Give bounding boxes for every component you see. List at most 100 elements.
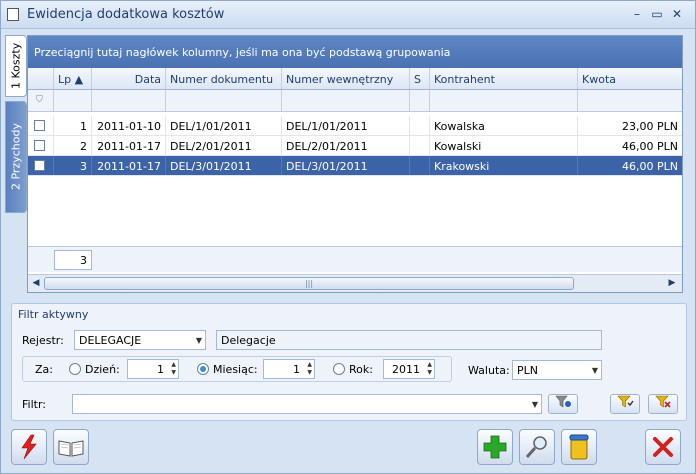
close-button[interactable] [645, 429, 681, 465]
row-s [410, 156, 430, 175]
filter-section-title: Filtr aktywny [18, 308, 89, 321]
row-numer-dokumentu: DEL/1/01/2011 [166, 116, 282, 135]
funnel-icon [555, 395, 571, 408]
row-kontrahent: Krakowski [430, 156, 578, 175]
chevron-down-icon: ▼ [591, 366, 598, 375]
add-button[interactable] [477, 429, 513, 465]
row-kontrahent: Kowalski [430, 136, 578, 155]
minimize-icon[interactable]: – [629, 7, 645, 21]
spinner-icon[interactable]: ▲ ▼ [307, 361, 312, 377]
horizontal-scrollbar[interactable]: ◀ ||| ▶ [28, 274, 682, 292]
spinner-icon[interactable]: ▲ ▼ [171, 361, 176, 377]
row-numer-wewnetrzny: DEL/1/01/2011 [282, 116, 410, 135]
dzien-label: Dzień: [85, 363, 120, 376]
funnel-apply-icon [617, 395, 634, 408]
bookkeeping-button[interactable] [11, 429, 47, 465]
filter-construct-button[interactable] [548, 394, 578, 414]
miesiac-value: 1 [293, 363, 300, 376]
filter-row-icon[interactable]: ⛉ [28, 90, 54, 111]
rok-value: 2011 [392, 363, 420, 376]
close-x-icon [653, 437, 673, 457]
header-checkbox-column[interactable] [28, 68, 54, 89]
header-kontrahent[interactable]: Kontrahent [430, 68, 578, 89]
table-row-selected[interactable]: 3 2011-01-17 DEL/3/01/2011 DEL/3/01/2011… [28, 156, 682, 176]
rejestr-description: Delegacje [216, 330, 602, 350]
row-data: 2011-01-17 [92, 156, 166, 175]
header-numer-wewnetrzny[interactable]: Numer wewnętrzny [282, 68, 410, 89]
waluta-select[interactable]: PLN ▼ [512, 360, 602, 380]
row-numer-dokumentu: DEL/2/01/2011 [166, 136, 282, 155]
open-book-button[interactable] [53, 429, 89, 465]
book-icon [58, 440, 84, 457]
row-kwota: 46,00 PLN [622, 160, 678, 173]
rok-input[interactable]: 2011 ▲ ▼ [383, 359, 435, 379]
plus-icon [483, 435, 507, 459]
row-checkbox-cell [28, 136, 54, 155]
filter-cell-numer-dokumentu[interactable] [166, 90, 282, 111]
scroll-right-icon[interactable]: ▶ [666, 278, 678, 290]
apply-filter-button[interactable] [610, 394, 640, 414]
group-by-hint[interactable]: Przeciągnij tutaj nagłówek kolumny, jeśl… [28, 36, 682, 68]
main-window: Ewidencja dodatkowa kosztów – ▭ ✕ 1 Kosz… [0, 0, 696, 474]
filtr-input[interactable]: ▼ [72, 394, 542, 414]
grid-footer: 3 [28, 246, 682, 272]
rok-label: Rok: [349, 363, 373, 376]
row-checkbox[interactable] [34, 140, 45, 151]
filter-cell-kwota[interactable] [578, 90, 682, 111]
row-checkbox-cell [28, 156, 54, 175]
row-lp: 3 [54, 156, 92, 175]
edit-button[interactable] [519, 429, 555, 465]
row-kwota: 46,00 PLN [622, 140, 678, 153]
filter-cell-lp[interactable] [54, 90, 92, 111]
row-checkbox-cell [28, 116, 54, 135]
chevron-down-icon: ▼ [531, 400, 538, 409]
row-checkbox[interactable] [34, 160, 45, 171]
lightning-icon [21, 434, 37, 460]
tab-koszty[interactable]: 1 Koszty [5, 35, 27, 97]
table-row[interactable]: 1 2011-01-10 DEL/1/01/2011 DEL/1/01/2011… [28, 116, 682, 136]
row-s [410, 136, 430, 155]
delete-button[interactable] [561, 429, 597, 465]
header-kwota[interactable]: Kwota [578, 68, 682, 89]
record-count: 3 [54, 250, 92, 270]
filter-cell-kontrahent[interactable] [430, 90, 578, 111]
header-lp[interactable]: Lp ▲ [54, 68, 92, 89]
grid-filter-row: ⛉ [28, 90, 682, 112]
rejestr-select[interactable]: DELEGACJE ▼ [74, 330, 206, 350]
trash-icon [569, 434, 589, 460]
clear-filter-button[interactable] [648, 394, 678, 414]
filter-cell-s[interactable] [410, 90, 430, 111]
miesiac-radio[interactable] [197, 363, 209, 375]
miesiac-label: Miesiąc: [213, 363, 258, 376]
spinner-icon[interactable]: ▲ ▼ [427, 361, 432, 377]
waluta-value: PLN [517, 364, 538, 377]
row-lp: 2 [54, 136, 92, 155]
scroll-left-icon[interactable]: ◀ [30, 278, 42, 290]
row-data: 2011-01-17 [92, 136, 166, 155]
maximize-icon[interactable]: ▭ [649, 7, 665, 21]
row-data: 2011-01-10 [92, 116, 166, 135]
filter-cell-data[interactable] [92, 90, 166, 111]
row-checkbox[interactable] [34, 120, 45, 131]
row-numer-wewnetrzny: DEL/2/01/2011 [282, 136, 410, 155]
table-row[interactable]: 2 2011-01-17 DEL/2/01/2011 DEL/2/01/2011… [28, 136, 682, 156]
scroll-thumb[interactable]: ||| [44, 277, 574, 290]
magnifier-icon [525, 436, 547, 458]
filter-cell-numer-wewnetrzny[interactable] [282, 90, 410, 111]
row-s [410, 116, 430, 135]
row-lp: 1 [54, 116, 92, 135]
za-label: Za: [35, 363, 53, 376]
rok-radio[interactable] [333, 363, 345, 375]
header-s[interactable]: S [410, 68, 430, 89]
close-icon[interactable]: ✕ [669, 7, 685, 21]
header-data[interactable]: Data [92, 68, 166, 89]
dzien-radio[interactable] [69, 363, 81, 375]
active-filter-section: Filtr aktywny Rejestr: DELEGACJE ▼ Deleg… [11, 303, 687, 421]
tab-przychody[interactable]: 2 Przychody [5, 101, 27, 213]
header-numer-dokumentu[interactable]: Numer dokumentu [166, 68, 282, 89]
miesiac-input[interactable]: 1 ▲ ▼ [263, 359, 315, 379]
chevron-down-icon: ▼ [195, 336, 202, 345]
row-kwota: 23,00 PLN [622, 120, 678, 133]
dzien-input[interactable]: 1 ▲ ▼ [127, 359, 179, 379]
row-numer-dokumentu: DEL/3/01/2011 [166, 156, 282, 175]
